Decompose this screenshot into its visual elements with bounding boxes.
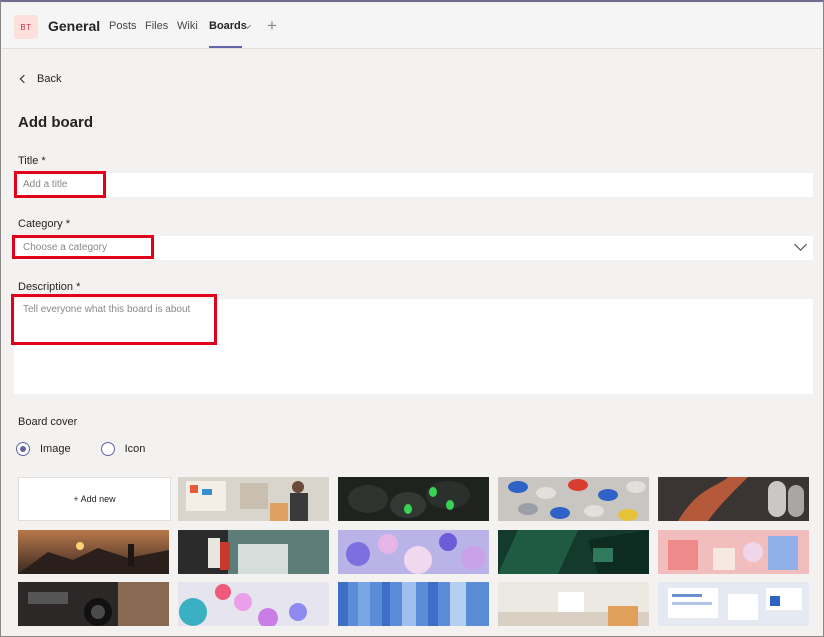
title-input[interactable]: Add a title [14,173,813,197]
chevron-left-icon [19,74,29,84]
cover-image-buttons [498,477,649,521]
cover-image-office [178,477,329,521]
radio-icon[interactable] [100,442,115,456]
board-cover-label: Board cover [18,416,78,428]
cover-image[interactable] [18,530,169,574]
board-cover-radio-group: Image Icon [16,442,175,456]
radio-image[interactable] [16,442,30,456]
description-textarea[interactable]: Tell everyone what this board is about [14,299,813,394]
radio-selected-dot [20,446,26,452]
cover-image[interactable] [338,530,489,574]
radio-image-label: Image [40,443,71,455]
cover-image-books [178,530,329,574]
app-window: BT General Posts Files Wiki Boards + Bac… [0,0,824,637]
cover-image-spheres [338,530,489,574]
cover-image[interactable] [178,582,329,626]
cover-image[interactable] [498,582,649,626]
cover-image[interactable] [338,477,489,521]
cover-image-room [498,582,649,626]
tab-wiki[interactable]: Wiki [177,20,198,32]
cover-image-pink-blocks [658,530,809,574]
cover-image[interactable] [498,530,649,574]
cover-image-blue-stripes [338,582,489,626]
channel-header: BT General Posts Files Wiki Boards + [2,4,822,49]
cover-image[interactable] [178,530,329,574]
cover-image-camera [18,582,169,626]
chevron-down-icon[interactable] [794,238,807,251]
category-placeholder: Choose a category [23,242,107,253]
cover-image[interactable] [338,582,489,626]
cover-image[interactable] [18,582,169,626]
active-tab-indicator [209,46,242,48]
tab-boards[interactable]: Boards [209,20,247,32]
page-title: Add board [18,114,93,131]
category-label: Category * [18,218,70,230]
back-label: Back [37,73,62,85]
cover-image[interactable] [178,477,329,521]
title-placeholder: Add a title [23,179,68,190]
add-new-cover-button[interactable]: + Add new [18,477,171,521]
description-placeholder: Tell everyone what this board is about [23,304,191,315]
tab-posts[interactable]: Posts [109,20,137,32]
cover-image-abstract-curves [658,477,809,521]
cover-image[interactable] [498,477,649,521]
cover-image-dashboard [658,582,809,626]
radio-icon-label: Icon [124,443,146,455]
cover-image[interactable] [658,582,809,626]
cover-image-colorful-balls [178,582,329,626]
tab-files[interactable]: Files [145,20,168,32]
cover-image-dark-rollers [338,477,489,521]
cover-image-green-shapes [498,530,649,574]
category-select[interactable]: Choose a category [14,236,813,260]
team-avatar: BT [14,15,38,39]
plus-icon[interactable]: + [267,16,277,36]
cover-image-mountain-sunset [18,530,169,574]
back-button[interactable]: Back [18,73,61,85]
cover-image[interactable] [658,477,809,521]
cover-image[interactable] [658,530,809,574]
description-label: Description * [18,281,81,293]
title-label: Title * [18,155,46,167]
channel-name: General [48,18,101,34]
